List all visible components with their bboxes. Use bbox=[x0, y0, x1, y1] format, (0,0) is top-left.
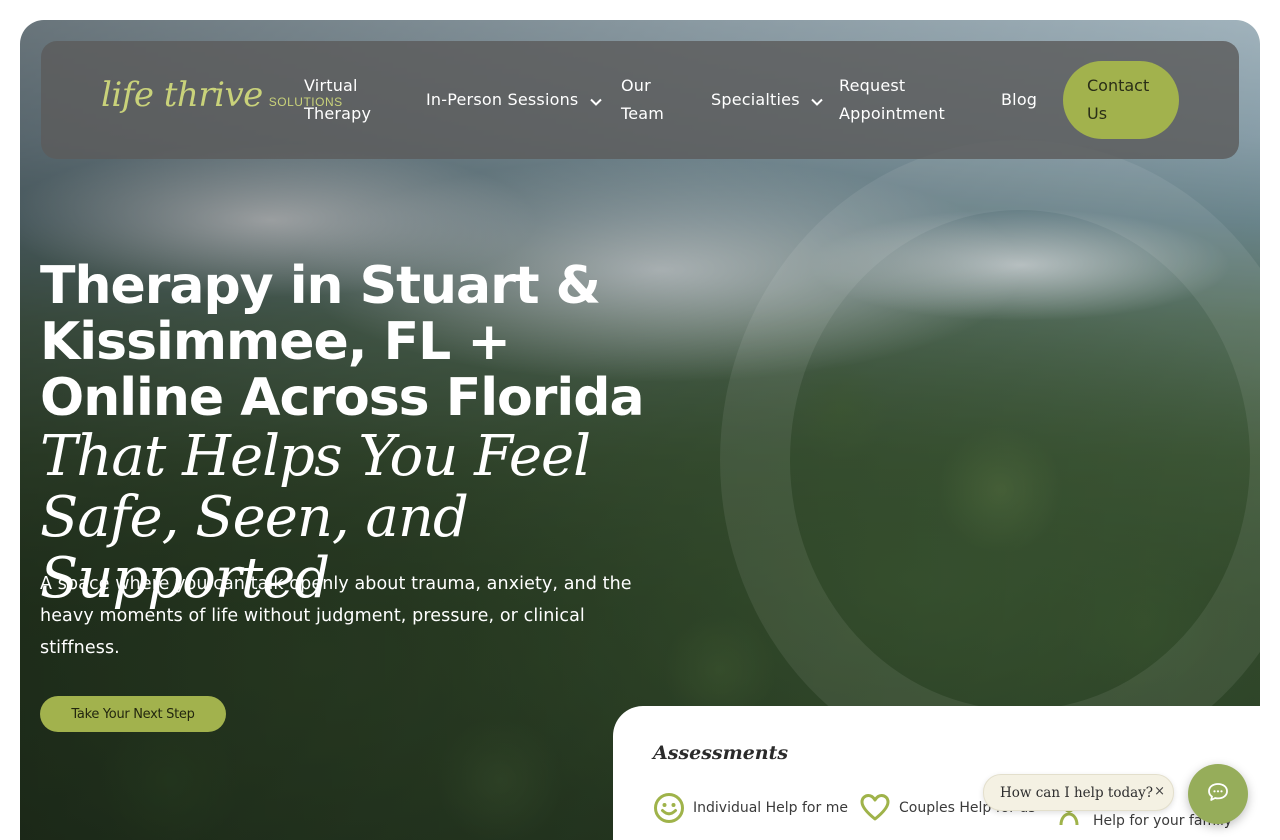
hero-subtext: A space where you can talk openly about … bbox=[40, 574, 632, 658]
chat-launcher-button[interactable] bbox=[1188, 764, 1248, 824]
chevron-down-icon bbox=[590, 87, 602, 115]
assessment-individual[interactable]: Individual Help for me bbox=[653, 792, 848, 824]
chevron-down-icon bbox=[811, 87, 823, 115]
nav-virtual-therapy-line1: Virtual bbox=[304, 76, 358, 95]
nav-in-person-sessions[interactable]: In-Person Sessions bbox=[426, 86, 602, 115]
nav-our-team-line1: Our bbox=[621, 76, 651, 95]
nav-in-person-label: In-Person Sessions bbox=[426, 90, 579, 109]
nav-our-team[interactable]: Our Team bbox=[621, 72, 664, 128]
contact-us-button[interactable]: Contact Us bbox=[1063, 61, 1179, 139]
chat-icon bbox=[1207, 781, 1229, 808]
nav-virtual-therapy[interactable]: Virtual Therapy bbox=[304, 72, 371, 128]
chat-prompt-text: How can I help today? bbox=[1000, 784, 1154, 801]
nav-request-appointment[interactable]: Request Appointment bbox=[839, 72, 945, 128]
close-icon[interactable]: × bbox=[1154, 784, 1165, 799]
nav-specialties[interactable]: Specialties bbox=[711, 86, 823, 115]
assessment-individual-label: Individual Help for me bbox=[693, 800, 848, 816]
nav-request-line1: Request bbox=[839, 76, 906, 95]
nav-our-team-line2: Team bbox=[621, 104, 665, 123]
nav-virtual-therapy-line2: Therapy bbox=[304, 104, 372, 123]
contact-line2: Us bbox=[1087, 104, 1108, 123]
nav-blog[interactable]: Blog bbox=[1001, 86, 1037, 114]
main-navigation: life thrive SOLUTIONS Virtual Therapy In… bbox=[41, 41, 1239, 159]
logo-wordmark: life thrive bbox=[101, 75, 263, 115]
smiley-icon bbox=[653, 792, 685, 824]
chat-prompt-bubble[interactable]: How can I help today? × bbox=[983, 774, 1174, 811]
assessments-title: Assessments bbox=[653, 742, 789, 764]
nav-specialties-label: Specialties bbox=[711, 90, 800, 109]
nav-request-line2: Appointment bbox=[839, 104, 945, 123]
assessments-panel: Assessments Individual Help for me Coupl… bbox=[613, 706, 1280, 840]
take-next-step-button[interactable]: Take Your Next Step bbox=[40, 696, 226, 732]
heart-icon bbox=[859, 792, 891, 824]
hero-headline: Therapy in Stuart & Kissimmee, FL + Onli… bbox=[40, 256, 645, 428]
contact-line1: Contact bbox=[1087, 76, 1150, 95]
nav-blog-label: Blog bbox=[1001, 90, 1038, 109]
